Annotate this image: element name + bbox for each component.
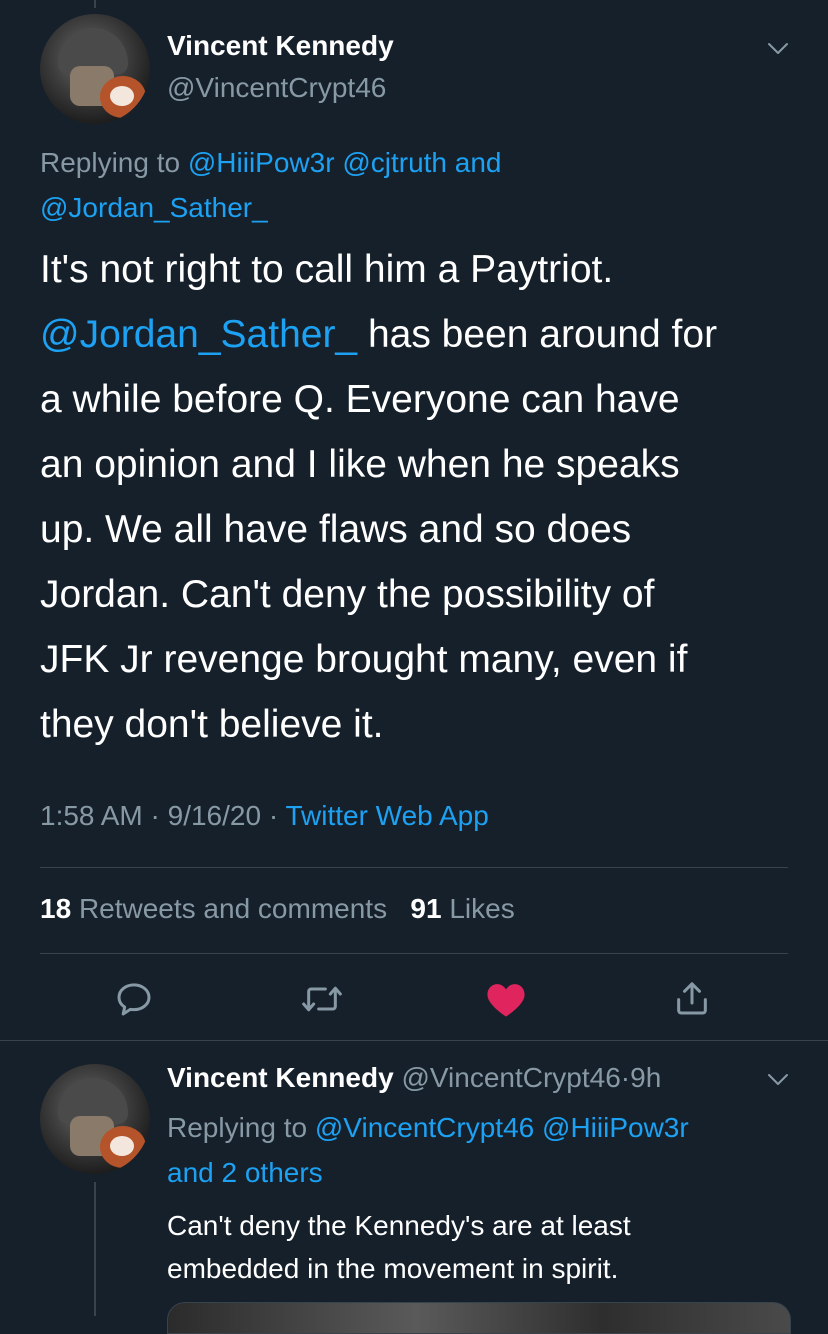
tweet-source-link[interactable]: Twitter Web App — [285, 800, 488, 831]
reply-display-name[interactable]: Vincent Kennedy — [167, 1062, 394, 1093]
reply-text: Can't deny the Kennedy's are at least em… — [167, 1204, 631, 1290]
display-name[interactable]: Vincent Kennedy — [167, 30, 394, 62]
thread-line — [94, 1182, 96, 1316]
divider — [40, 953, 788, 954]
retweets-stat[interactable]: 18 Retweets and comments — [40, 893, 395, 924]
likes-stat[interactable]: 91 Likes — [410, 893, 514, 924]
separator-dot: · — [150, 800, 160, 831]
tweet-text-line: JFK Jr revenge brought many, even if — [40, 638, 688, 681]
tweet-date: 9/16/20 — [167, 800, 262, 831]
chevron-down-icon[interactable] — [766, 1067, 790, 1091]
tweet-text-line: a while before Q. Everyone can have — [40, 378, 680, 421]
thread-line-top — [94, 0, 96, 8]
separator-dot: · — [620, 1062, 631, 1093]
reply-age[interactable]: 9h — [630, 1062, 661, 1093]
reply-handle[interactable]: @VincentCrypt46 — [401, 1062, 620, 1093]
likes-count: 91 — [410, 893, 442, 924]
timestamp-row: 1:58 AM · 9/16/20 · Twitter Web App — [40, 800, 489, 832]
reply-text-line: Can't deny the Kennedy's are at least — [167, 1210, 631, 1241]
mention-link[interactable]: @HiiiPow3r — [188, 147, 335, 178]
reply-icon[interactable] — [114, 979, 154, 1019]
tweet-text: It's not right to call him a Paytriot. @… — [40, 237, 810, 757]
reply-replying-to: Replying to @VincentCrypt46 @HiiiPow3r a… — [167, 1105, 807, 1195]
tweet-text-line: they don't believe it. — [40, 703, 384, 746]
avatar[interactable] — [40, 14, 150, 124]
divider — [40, 867, 788, 868]
mention-link[interactable]: @HiiiPow3r — [542, 1112, 689, 1143]
reply-text-line: embedded in the movement in spirit. — [167, 1253, 619, 1284]
share-icon[interactable] — [672, 977, 712, 1019]
user-handle[interactable]: @VincentCrypt46 — [167, 72, 386, 104]
reply-header: Vincent Kennedy @VincentCrypt46·9h — [167, 1062, 661, 1094]
replying-to-and: and — [454, 147, 502, 178]
others-link[interactable]: and 2 others — [167, 1157, 323, 1188]
chevron-down-icon[interactable] — [766, 36, 790, 60]
avatar[interactable] — [40, 1064, 150, 1174]
tweet-text-line: It's not right to call him a Paytriot. — [40, 248, 614, 291]
retweets-count: 18 — [40, 893, 72, 924]
separator-dot: · — [268, 800, 279, 831]
stats-row: 18 Retweets and comments 91 Likes — [40, 893, 515, 925]
section-divider — [0, 1040, 828, 1041]
retweets-label: Retweets and comments — [78, 893, 388, 924]
replying-to-prefix: Replying to — [40, 147, 181, 178]
tweet-text-line: has been around for — [357, 313, 718, 356]
likes-label: Likes — [449, 893, 515, 924]
media-preview[interactable] — [167, 1302, 791, 1334]
tweet-text-line: Jordan. Can't deny the possibility of — [40, 573, 655, 616]
retweet-icon[interactable] — [300, 979, 344, 1019]
heart-icon[interactable] — [485, 979, 527, 1019]
replying-to-prefix: Replying to — [167, 1112, 308, 1143]
mention-link[interactable]: @Jordan_Sather_ — [40, 192, 268, 223]
tweet-text-line: an opinion and I like when he speaks — [40, 443, 680, 486]
replying-to: Replying to @HiiiPow3r @cjtruth and @Jor… — [40, 140, 800, 230]
tweet-time: 1:58 AM — [40, 800, 143, 831]
mention-link[interactable]: @Jordan_Sather_ — [40, 313, 357, 356]
tweet-text-line: up. We all have flaws and so does — [40, 508, 632, 551]
mention-link[interactable]: @VincentCrypt46 — [315, 1112, 534, 1143]
mention-link[interactable]: @cjtruth — [342, 147, 447, 178]
